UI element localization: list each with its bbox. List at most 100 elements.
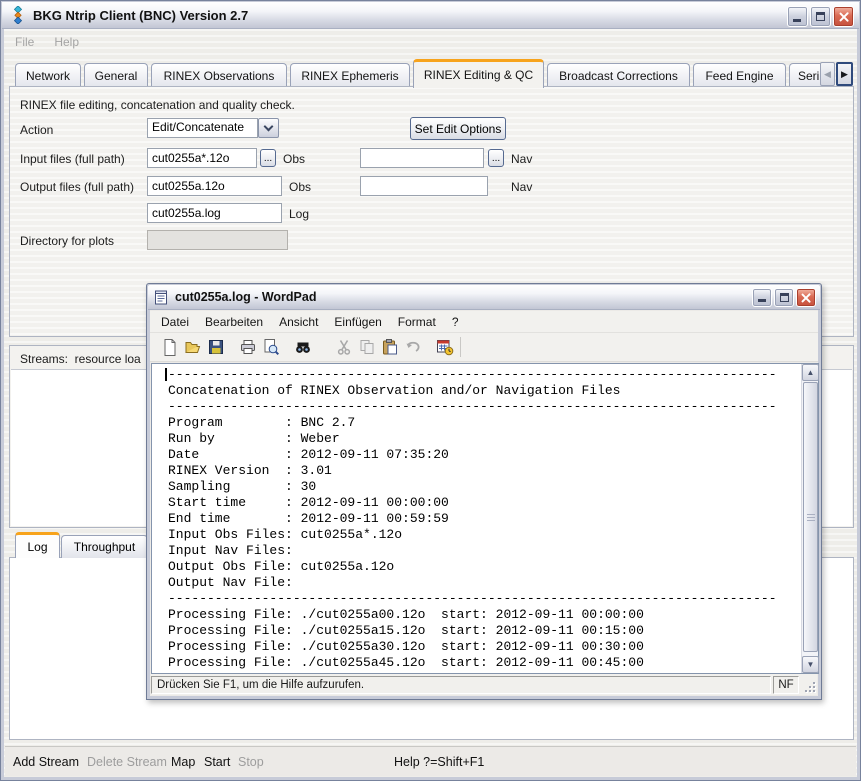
- tab-scroll-right-icon[interactable]: ▶: [836, 62, 853, 86]
- input-obs-caption: Obs: [283, 152, 305, 166]
- vertical-scrollbar[interactable]: ▲ ▼: [801, 364, 818, 673]
- action-select[interactable]: Edit/Concatenate: [147, 118, 258, 138]
- action-dropdown-button[interactable]: [258, 118, 279, 138]
- output-files-label: Output files (full path): [20, 180, 134, 194]
- log-line: Start time : 2012-09-11 00:00:00: [168, 495, 798, 511]
- plots-dir-label: Directory for plots: [20, 234, 114, 248]
- wp-menu-datei[interactable]: Datei: [153, 312, 197, 332]
- log-file-field[interactable]: [147, 203, 282, 223]
- new-icon[interactable]: [158, 336, 181, 358]
- log-line: ----------------------------------------…: [168, 367, 798, 383]
- wordpad-doc-icon: [154, 289, 169, 305]
- close-button[interactable]: [833, 6, 854, 27]
- menu-help[interactable]: Help: [44, 31, 89, 53]
- bottom-tab-throughput[interactable]: Throughput: [61, 535, 148, 558]
- text-cursor: [165, 368, 167, 381]
- log-line: Input Nav Files:: [168, 543, 798, 559]
- scrollbar-thumb[interactable]: [803, 382, 818, 652]
- tab-scroll-left-icon[interactable]: ◀: [820, 62, 835, 86]
- bottom-tab-log[interactable]: Log: [15, 532, 60, 558]
- tab-rinex-ephemeris[interactable]: RINEX Ephemeris: [290, 63, 410, 87]
- input-obs-field[interactable]: [147, 148, 257, 168]
- wordpad-minimize-button[interactable]: [752, 288, 772, 307]
- tab-feed-engine[interactable]: Feed Engine: [693, 63, 786, 87]
- tab-general[interactable]: General: [84, 63, 148, 87]
- menu-file[interactable]: File: [5, 31, 44, 53]
- input-nav-caption: Nav: [511, 152, 532, 166]
- log-line: Processing File: ./cut0255a00.12o start:…: [168, 607, 798, 623]
- footer-bar: Add Stream Delete Stream Map Start Stop …: [5, 746, 856, 776]
- map-button[interactable]: Map: [171, 755, 195, 769]
- date-time-icon[interactable]: [433, 336, 456, 358]
- help-shortcut-label: Help ?=Shift+F1: [394, 755, 484, 769]
- action-label: Action: [20, 123, 53, 137]
- log-line: Sampling : 30: [168, 479, 798, 495]
- print-icon[interactable]: [236, 336, 259, 358]
- output-obs-field[interactable]: [147, 176, 282, 196]
- open-icon[interactable]: [181, 336, 204, 358]
- wp-menu-bearbeiten[interactable]: Bearbeiten: [197, 312, 271, 332]
- tab-broadcast-corrections[interactable]: Broadcast Corrections: [547, 63, 690, 87]
- streams-header: Streams: resource loa: [20, 352, 141, 366]
- paste-icon[interactable]: [378, 336, 401, 358]
- wordpad-maximize-button[interactable]: [774, 288, 794, 307]
- scroll-down-icon[interactable]: ▼: [802, 656, 819, 673]
- scroll-up-icon[interactable]: ▲: [802, 364, 819, 381]
- set-edit-options-button[interactable]: Set Edit Options: [410, 117, 506, 140]
- stop-button[interactable]: Stop: [238, 755, 264, 769]
- log-line: Output Obs File: cut0255a.12o: [168, 559, 798, 575]
- delete-stream-button[interactable]: Delete Stream: [87, 755, 167, 769]
- maximize-button[interactable]: [810, 6, 831, 27]
- input-nav-browse-button[interactable]: ...: [488, 149, 504, 167]
- wp-menu-einfuegen[interactable]: Einfügen: [326, 312, 389, 332]
- wp-menu-hilfe[interactable]: ?: [444, 312, 467, 332]
- tab-rinex-observations[interactable]: RINEX Observations: [151, 63, 287, 87]
- log-line: Output Nav File:: [168, 575, 798, 591]
- log-line: Concatenation of RINEX Observation and/o…: [168, 383, 798, 399]
- input-obs-browse-button[interactable]: ...: [260, 149, 276, 167]
- wp-menu-ansicht[interactable]: Ansicht: [271, 312, 326, 332]
- wordpad-menubar: Datei Bearbeiten Ansicht Einfügen Format…: [150, 311, 818, 333]
- print-preview-icon[interactable]: [259, 336, 282, 358]
- tab-rinex-editing-qc[interactable]: RINEX Editing & QC: [413, 59, 544, 88]
- log-line: RINEX Version : 3.01: [168, 463, 798, 479]
- wordpad-close-button[interactable]: [796, 288, 816, 307]
- log-line: ----------------------------------------…: [168, 591, 798, 607]
- log-line: Date : 2012-09-11 07:35:20: [168, 447, 798, 463]
- wordpad-title: cut0255a.log - WordPad: [175, 290, 316, 304]
- log-line: End time : 2012-09-11 00:59:59: [168, 511, 798, 527]
- log-line: Input Obs Files: cut0255a*.12o: [168, 527, 798, 543]
- undo-icon[interactable]: [401, 336, 424, 358]
- cut-icon[interactable]: [332, 336, 355, 358]
- log-line: Processing File: ./cut0255a15.12o start:…: [168, 623, 798, 639]
- input-nav-field[interactable]: [360, 148, 484, 168]
- plots-dir-field: [147, 230, 288, 250]
- wordpad-toolbar: [150, 333, 818, 362]
- input-files-label: Input files (full path): [20, 152, 125, 166]
- log-line: Processing File: ./cut0255a30.12o start:…: [168, 639, 798, 655]
- output-obs-caption: Obs: [289, 180, 311, 194]
- log-line: Program : BNC 2.7: [168, 415, 798, 431]
- main-window-title: BKG Ntrip Client (BNC) Version 2.7: [33, 8, 248, 23]
- start-button[interactable]: Start: [204, 755, 230, 769]
- find-icon[interactable]: [291, 336, 314, 358]
- output-nav-field[interactable]: [360, 176, 488, 196]
- log-line: Processing File: ./cut0255a45.12o start:…: [168, 655, 798, 671]
- wordpad-titlebar[interactable]: cut0255a.log - WordPad: [148, 285, 820, 310]
- main-titlebar[interactable]: BKG Ntrip Client (BNC) Version 2.7: [2, 2, 859, 29]
- wp-menu-format[interactable]: Format: [390, 312, 444, 332]
- main-menubar: File Help: [5, 30, 856, 53]
- log-text: ----------------------------------------…: [168, 367, 798, 671]
- tab-network[interactable]: Network: [15, 63, 81, 87]
- copy-icon[interactable]: [355, 336, 378, 358]
- wordpad-text-area[interactable]: ----------------------------------------…: [151, 363, 819, 674]
- save-icon[interactable]: [204, 336, 227, 358]
- add-stream-button[interactable]: Add Stream: [13, 755, 79, 769]
- panel-description: RINEX file editing, concatenation and qu…: [20, 98, 295, 112]
- minimize-button[interactable]: [787, 6, 808, 27]
- wordpad-statusbar: Drücken Sie F1, um die Hilfe aufzurufen.…: [151, 674, 817, 695]
- resize-grip[interactable]: [803, 680, 815, 692]
- log-line: Run by : Weber: [168, 431, 798, 447]
- log-line: ----------------------------------------…: [168, 399, 798, 415]
- wordpad-window: cut0255a.log - WordPad Datei Bearbeiten …: [146, 283, 822, 700]
